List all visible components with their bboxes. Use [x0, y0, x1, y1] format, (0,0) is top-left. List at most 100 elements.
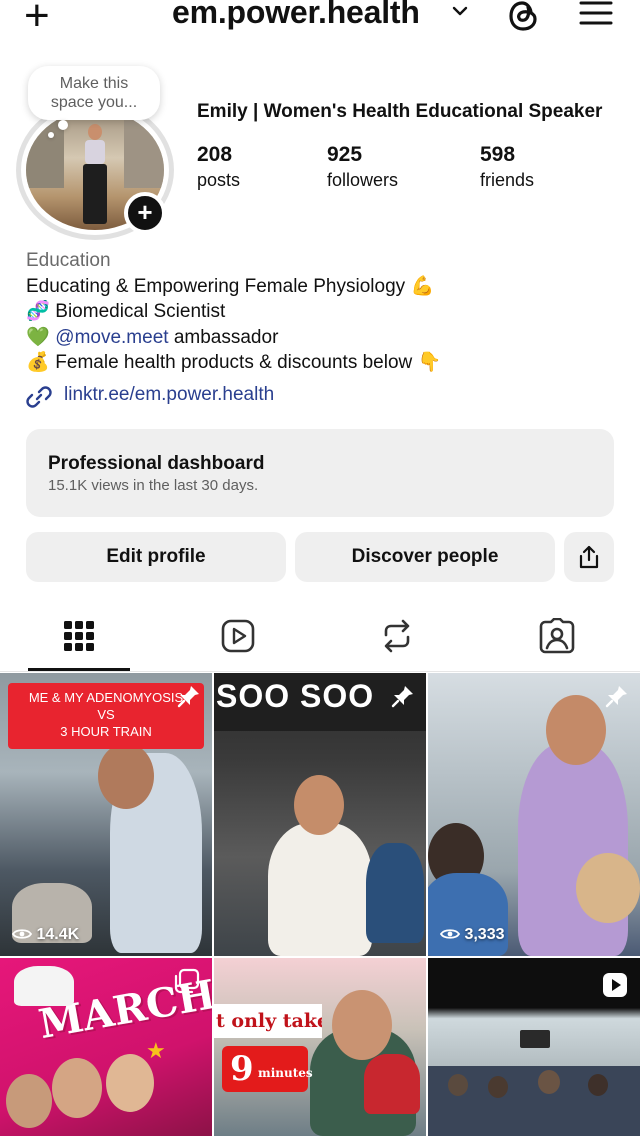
stat-value: 598 — [480, 143, 516, 166]
badge-number: 9 — [230, 1049, 254, 1089]
tagged-icon — [539, 618, 575, 654]
note-bubble[interactable]: Make this space you... — [28, 66, 160, 120]
stat-value: 925 — [327, 143, 363, 166]
bio-line: 💰 Female health products & discounts bel… — [26, 350, 626, 376]
stat-posts[interactable]: 208 posts — [197, 142, 240, 192]
post-overlay-caption: t only takes — [214, 1004, 322, 1038]
chevron-down-icon[interactable] — [452, 4, 468, 18]
post-thumbnail[interactable]: ME & MY ADENOMYOSIS VS 3 HOUR TRAIN 14.4… — [0, 673, 212, 956]
reel-icon — [603, 973, 627, 997]
link-text[interactable]: linktr.ee/em.power.health — [64, 384, 274, 406]
bio-category: Education — [26, 250, 111, 271]
discover-people-button[interactable]: Discover people — [295, 532, 555, 582]
bio-line: 💚 @move.meet ambassador — [26, 325, 626, 351]
display-name: Emily | Women's Health Educational Speak… — [197, 101, 603, 122]
avatar-bg-locker — [124, 114, 164, 188]
post-person-head — [6, 1074, 52, 1128]
overlay-line: 3 HOUR TRAIN — [60, 724, 152, 739]
badge-unit: minutes — [258, 1066, 313, 1080]
post-object — [366, 843, 424, 943]
post-thumbnail[interactable]: 3,333 — [428, 673, 640, 956]
stat-label: posts — [197, 170, 241, 190]
tab-reels[interactable] — [187, 610, 289, 672]
bio-line: Educating & Empowering Female Physiology… — [26, 274, 626, 300]
share-profile-button[interactable] — [564, 532, 614, 582]
post-object — [364, 1054, 420, 1114]
pin-icon — [605, 686, 627, 708]
minutes-badge: 9 minutes — [222, 1046, 313, 1092]
username-title[interactable]: em.power.health — [172, 0, 420, 31]
bio-text: ambassador — [168, 326, 279, 348]
active-tab-indicator — [28, 668, 130, 671]
view-count-text: 14.4K — [36, 926, 80, 943]
edit-profile-button[interactable]: Edit profile — [26, 532, 286, 582]
note-bubble-dot — [48, 132, 54, 138]
professional-dashboard[interactable]: Professional dashboard 15.1K views in th… — [26, 429, 614, 517]
post-person-head — [332, 990, 392, 1060]
dna-icon: 🧬 — [26, 301, 50, 322]
eye-icon — [12, 929, 32, 939]
bio-line: 🧬 Biomedical Scientist — [26, 299, 626, 325]
bio-text: Educating & Empowering Female Physiology — [26, 275, 406, 297]
post-person — [14, 966, 74, 1006]
tab-grid[interactable] — [28, 610, 130, 672]
post-person — [268, 823, 372, 956]
link-icon — [26, 386, 52, 408]
audience-head — [448, 1074, 468, 1096]
tab-tagged[interactable] — [506, 610, 608, 672]
audience-head — [488, 1076, 508, 1098]
view-count-text: 3,333 — [464, 926, 505, 943]
view-count: 3,333 — [440, 926, 505, 944]
audience-head — [576, 853, 640, 923]
carousel-icon — [174, 968, 200, 994]
tab-reposts[interactable] — [346, 610, 448, 672]
post-person-head — [294, 775, 344, 835]
pin-icon — [177, 686, 199, 708]
bio-text: Biomedical Scientist — [55, 301, 226, 322]
profile-header: + em.power.health — [0, 0, 640, 40]
star-icon: ★ — [146, 1038, 166, 1063]
dashboard-title: Professional dashboard — [48, 453, 265, 474]
stat-value: 208 — [197, 143, 233, 166]
create-plus-icon[interactable]: + — [24, 0, 50, 38]
pin-icon — [391, 686, 413, 708]
stat-label: friends — [480, 170, 535, 190]
view-count: 14.4K — [12, 926, 79, 944]
add-story-plus-icon[interactable]: + — [124, 192, 166, 234]
overlay-line: VS — [97, 707, 115, 722]
post-thumbnail[interactable]: MARCH ★ — [0, 958, 212, 1136]
grid-icon — [64, 621, 94, 651]
post-person-head — [106, 1054, 154, 1112]
post-thumbnail[interactable]: SOO SOO — [214, 673, 426, 956]
post-overlay-caption: ME & MY ADENOMYOSIS VS 3 HOUR TRAIN — [8, 683, 204, 749]
posts-grid: ME & MY ADENOMYOSIS VS 3 HOUR TRAIN 14.4… — [0, 673, 640, 1136]
stat-label: followers — [327, 170, 399, 190]
mention-link[interactable]: @move.meet — [55, 327, 168, 348]
green-heart-icon: 💚 — [26, 326, 50, 348]
dashboard-subtitle: 15.1K views in the last 30 days. — [48, 477, 259, 494]
pointing-down-icon: 👇 — [417, 352, 442, 373]
post-person-head — [98, 743, 154, 809]
threads-icon[interactable] — [506, 0, 542, 32]
post-thumbnail[interactable]: t only takes 9 minutes — [214, 958, 426, 1136]
bio: Education Educating & Empowering Female … — [26, 248, 626, 376]
post-thumbnail[interactable] — [428, 958, 640, 1136]
money-bag-icon: 💰 — [26, 352, 50, 373]
note-bubble-dot — [58, 120, 68, 130]
menu-icon[interactable] — [578, 0, 614, 28]
bio-text: Female health products & discounts below — [55, 352, 413, 373]
presentation-screen — [520, 1030, 550, 1048]
post-person-head — [546, 695, 606, 765]
overlay-line: ME & MY ADENOMYOSIS — [28, 690, 184, 705]
post-person-head — [52, 1058, 102, 1118]
reposts-icon — [384, 619, 410, 653]
post-person — [518, 743, 628, 956]
stat-followers[interactable]: 925 followers — [327, 142, 398, 192]
audience-head — [588, 1074, 608, 1096]
avatar-person — [80, 124, 110, 224]
flexed-arm-icon: 💪 — [410, 275, 435, 297]
audience-head — [538, 1070, 560, 1094]
profile-tabs — [0, 610, 640, 672]
stat-friends[interactable]: 598 friends — [480, 142, 534, 192]
note-bubble-text: Make this space you... — [50, 75, 138, 111]
